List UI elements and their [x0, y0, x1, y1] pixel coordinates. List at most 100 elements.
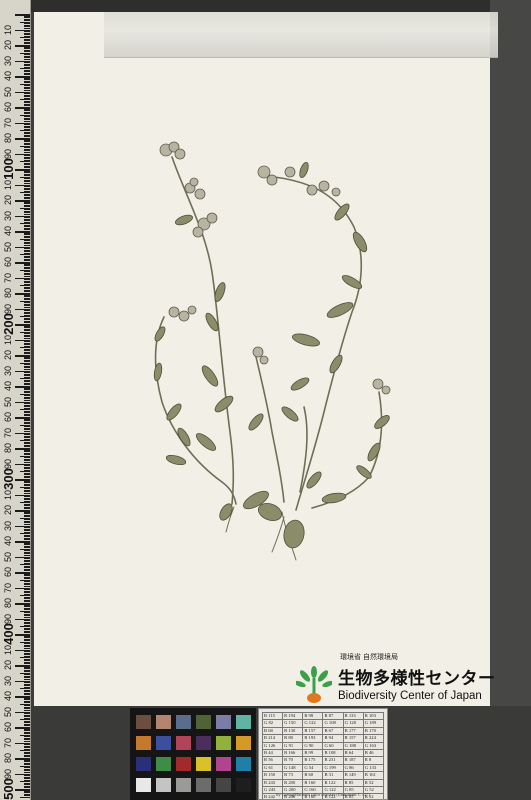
ruler-label: 30: [3, 675, 13, 686]
table-cell: B 166: [282, 749, 304, 758]
table-cell: G 188: [342, 741, 364, 751]
table-cell: B 68: [261, 726, 284, 736]
reference-caption: by GretagMacbeth color checker (Illumina…: [276, 792, 370, 797]
table-cell: B 150: [261, 771, 284, 780]
color-patch: [176, 736, 191, 750]
table-cell: G 148: [282, 763, 304, 773]
ruler-label: 70: [3, 582, 13, 593]
table-row: R 214 R 80 R 193 R 94 R 157 R 224: [261, 734, 385, 743]
table-cell: B 44: [261, 749, 284, 758]
color-patch: [236, 778, 251, 792]
table-cell: R 103: [362, 711, 385, 721]
ruler-label: 50: [3, 706, 13, 717]
ruler-label: 10: [3, 489, 13, 500]
ruler-label: 30: [3, 210, 13, 221]
ruler-label: 60: [3, 102, 13, 113]
ruler-label: 60: [3, 412, 13, 423]
color-patch: [136, 778, 151, 792]
color-patch: [156, 778, 171, 792]
institution-logo: 環境省 自然環境局 生物多様性センター Biodiversity Center …: [296, 650, 495, 710]
table-cell: R 80: [282, 734, 304, 743]
color-patch: [156, 715, 171, 729]
color-values-table: R 115 R 194 R 98 R 87 R 133 R 103 G 82 G 150 G 1…: [261, 711, 385, 799]
table-cell: R 115: [261, 711, 284, 721]
ruler-label: 60: [3, 567, 13, 578]
herbarium-sheet: 環境省 自然環境局 生物多様性センター Biodiversity Center …: [34, 12, 498, 706]
color-patch: [216, 715, 231, 729]
table-cell: R 194: [282, 711, 304, 721]
center-name-english: Biodiversity Center of Japan: [338, 690, 482, 702]
ruler-label: 80: [3, 443, 13, 454]
ruler-label: 80: [3, 288, 13, 299]
table-cell: B 31: [322, 771, 344, 780]
table-cell: R 160: [302, 778, 324, 788]
table-row: R 56 R 70 R 175 R 231 R 187 R 8: [261, 756, 385, 765]
ruler-label: 50: [3, 396, 13, 407]
color-reference-card: R 115 R 194 R 98 R 87 R 133 R 103 G 82 G 150 G 1…: [258, 708, 388, 800]
ruler-label: 70: [3, 427, 13, 438]
sprout-logo-icon: [296, 666, 332, 703]
ruler-label: 60: [3, 257, 13, 268]
color-patch: [156, 757, 171, 771]
table-row: G 61 G 148 G 54 G 199 G 86 G 133: [261, 763, 385, 773]
table-cell: R 193: [302, 734, 324, 743]
table-cell: R 87: [322, 711, 344, 721]
table-cell: B 170: [362, 726, 385, 736]
ruler-label: 70: [3, 117, 13, 128]
measurement-ruler: 10 20 30 40 50 60 70 80 90 100 10 20 30 40 50 60 70 80 90 2…: [0, 0, 31, 800]
ruler-label: 30: [3, 520, 13, 531]
ruler-label: 500: [1, 778, 16, 800]
ruler-label: 40: [3, 226, 13, 237]
ruler-label: 20: [3, 505, 13, 516]
ruler-tick: [20, 796, 30, 798]
table-cell: G 91: [282, 741, 304, 751]
color-patch: [176, 757, 191, 771]
table-cell: B 64: [342, 749, 364, 758]
ruler-label: 80: [3, 753, 13, 764]
ruler-label: 80: [3, 133, 13, 144]
table-cell: G 122: [302, 719, 324, 728]
ministry-label: 環境省 自然環境局: [340, 654, 398, 661]
table-cell: G 61: [261, 763, 284, 773]
table-cell: R 157: [342, 734, 364, 743]
table-cell: R 52: [362, 778, 385, 788]
ruler-label: 10: [3, 644, 13, 655]
ruler-label: 20: [3, 40, 13, 51]
table-row: G 126 G 91 G 90 G 60 G 188 G 163: [261, 741, 385, 751]
table-cell: G 150: [282, 719, 304, 728]
table-cell: B 99: [302, 749, 324, 758]
table-cell: R 231: [322, 756, 344, 765]
ruler-label: 60: [3, 722, 13, 733]
ruler-label: 70: [3, 272, 13, 283]
color-patch: [176, 778, 191, 792]
table-cell: G 133: [362, 763, 385, 773]
table-cell: G 54: [302, 763, 324, 773]
right-background: [490, 0, 531, 800]
table-cell: R 175: [302, 756, 324, 765]
ruler-label: 10: [3, 179, 13, 190]
ruler-label: 40: [3, 381, 13, 392]
color-patch: [136, 757, 151, 771]
table-cell: G 86: [342, 763, 364, 773]
table-cell: B 46: [362, 749, 385, 758]
table-cell: G 128: [342, 719, 364, 728]
table-row: B 44 B 166 B 99 B 108 B 64 B 46: [261, 749, 385, 758]
table-cell: R 214: [261, 734, 284, 743]
table-cell: B 73: [282, 771, 304, 780]
center-name-japanese: 生物多様性センター: [338, 669, 496, 688]
table-cell: R 8: [362, 756, 385, 765]
color-patch: [236, 736, 251, 750]
ruler-label: 20: [3, 350, 13, 361]
table-cell: B 130: [282, 726, 304, 736]
table-cell: R 224: [362, 734, 385, 743]
table-cell: B 157: [302, 726, 324, 736]
color-patch: [196, 736, 211, 750]
table-cell: R 243: [261, 778, 284, 788]
ruler-label: 20: [3, 195, 13, 206]
table-cell: G 126: [261, 741, 284, 751]
color-patch: [196, 778, 211, 792]
color-patch: [196, 757, 211, 771]
table-cell: G 60: [322, 741, 344, 751]
plant-specimen: [153, 141, 391, 561]
color-patch: [156, 736, 171, 750]
